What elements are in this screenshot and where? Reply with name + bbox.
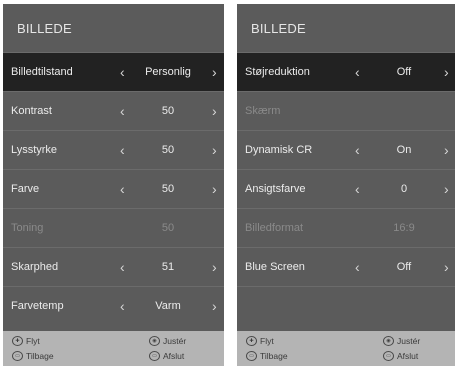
chevron-right-icon[interactable]: › [444,64,449,80]
chevron-right-icon[interactable]: › [444,259,449,275]
chevron-right-icon[interactable]: › [212,64,217,80]
exit-icon: ▭ [383,351,394,361]
chevron-left-icon[interactable]: ‹ [355,181,360,197]
chevron-left-icon[interactable]: ‹ [120,298,125,314]
chevron-left-icon[interactable]: ‹ [120,259,125,275]
row-value: 50 [161,144,175,156]
menu-row-brightness[interactable]: Lysstyrke ‹ 50 › [3,130,224,169]
menu-row-picture-mode[interactable]: Billedtilstand ‹ Personlig › [3,52,224,91]
menu-footer: ✚ Flyt ◉ Justér ▭ Tilbage ▭ Afslut [3,331,224,366]
dpad-icon: ✚ [246,336,257,346]
footer-exit-label: Afslut [163,351,185,361]
ok-icon: ◉ [383,336,394,346]
footer-adjust: ◉ Justér [383,336,420,346]
footer-move-label: Flyt [26,336,40,346]
chevron-right-icon[interactable]: › [212,298,217,314]
row-value: Varm [155,300,181,312]
row-label: Lysstyrke [11,144,58,156]
chevron-right-icon[interactable]: › [212,259,217,275]
row-value: 50 [161,105,175,117]
chevron-right-icon[interactable]: › [444,142,449,158]
footer-exit: ▭ Afslut [149,351,184,361]
menu-row-picture-format: Billedformat 16:9 [237,208,455,247]
row-label: Dynamisk CR [245,144,313,156]
row-label: Skarphed [11,261,59,273]
footer-move: ✚ Flyt [246,336,274,346]
menu-row-blue-screen[interactable]: Blue Screen ‹ Off › [237,247,455,286]
chevron-left-icon[interactable]: ‹ [355,142,360,158]
menu-title: BILLEDE [17,20,72,36]
row-label: Toning [11,222,44,234]
menu-row-skin-tone[interactable]: Ansigtsfarve ‹ 0 › [237,169,455,208]
row-value: 51 [161,261,175,273]
menu-icon: ▭ [246,351,257,361]
chevron-right-icon[interactable]: › [212,103,217,119]
row-value: 50 [161,183,175,195]
row-label: Ansigtsfarve [245,183,306,195]
row-value: Personlig [145,66,191,78]
menu-footer: ✚ Flyt ◉ Justér ▭ Tilbage ▭ Afslut [237,331,455,366]
chevron-left-icon[interactable]: ‹ [120,181,125,197]
chevron-left-icon[interactable]: ‹ [120,64,125,80]
footer-back-label: Tilbage [260,351,288,361]
menu-row-dynamic-cr[interactable]: Dynamisk CR ‹ On › [237,130,455,169]
menu-row-tint: Toning 50 [3,208,224,247]
footer-back: ▭ Tilbage [12,351,54,361]
footer-exit-label: Afslut [397,351,419,361]
footer-back-label: Tilbage [26,351,54,361]
picture-menu-right: BILLEDE Støjreduktion ‹ Off › Skærm Dyna… [237,4,455,366]
row-label: Kontrast [11,105,52,117]
menu-row-noise-reduction[interactable]: Støjreduktion ‹ Off › [237,52,455,91]
dpad-icon: ✚ [12,336,23,346]
row-label: Billedformat [245,222,304,234]
menu-row-color[interactable]: Farve ‹ 50 › [3,169,224,208]
menu-row-color-temp[interactable]: Farvetemp ‹ Varm › [3,286,224,325]
chevron-right-icon[interactable]: › [212,181,217,197]
row-value: 50 [161,222,175,234]
footer-adjust-label: Justér [397,336,421,346]
row-value: 16:9 [393,222,415,234]
footer-back: ▭ Tilbage [246,351,288,361]
footer-adjust-label: Justér [163,336,187,346]
chevron-left-icon[interactable]: ‹ [120,142,125,158]
row-label: Billedtilstand [11,66,73,78]
row-label: Støjreduktion [245,66,310,78]
row-label: Farve [11,183,40,195]
chevron-left-icon[interactable]: ‹ [355,259,360,275]
row-label: Blue Screen [245,261,305,273]
menu-row-sharpness[interactable]: Skarphed ‹ 51 › [3,247,224,286]
footer-adjust: ◉ Justér [149,336,186,346]
chevron-right-icon[interactable]: › [444,181,449,197]
row-label: Farvetemp [11,300,64,312]
row-value: 0 [400,183,408,195]
row-value: On [396,144,412,156]
menu-title: BILLEDE [251,20,306,36]
chevron-right-icon[interactable]: › [212,142,217,158]
ok-icon: ◉ [149,336,160,346]
footer-move-label: Flyt [260,336,274,346]
chevron-left-icon[interactable]: ‹ [120,103,125,119]
exit-icon: ▭ [149,351,160,361]
footer-exit: ▭ Afslut [383,351,418,361]
menu-row-contrast[interactable]: Kontrast ‹ 50 › [3,91,224,130]
picture-menu-left: BILLEDE Billedtilstand ‹ Personlig › Kon… [3,4,224,366]
footer-move: ✚ Flyt [12,336,40,346]
chevron-left-icon[interactable]: ‹ [355,64,360,80]
row-value: Off [396,261,412,273]
menu-icon: ▭ [12,351,23,361]
menu-row-screen: Skærm [237,91,455,130]
row-label: Skærm [245,105,281,117]
row-value: Off [396,66,412,78]
